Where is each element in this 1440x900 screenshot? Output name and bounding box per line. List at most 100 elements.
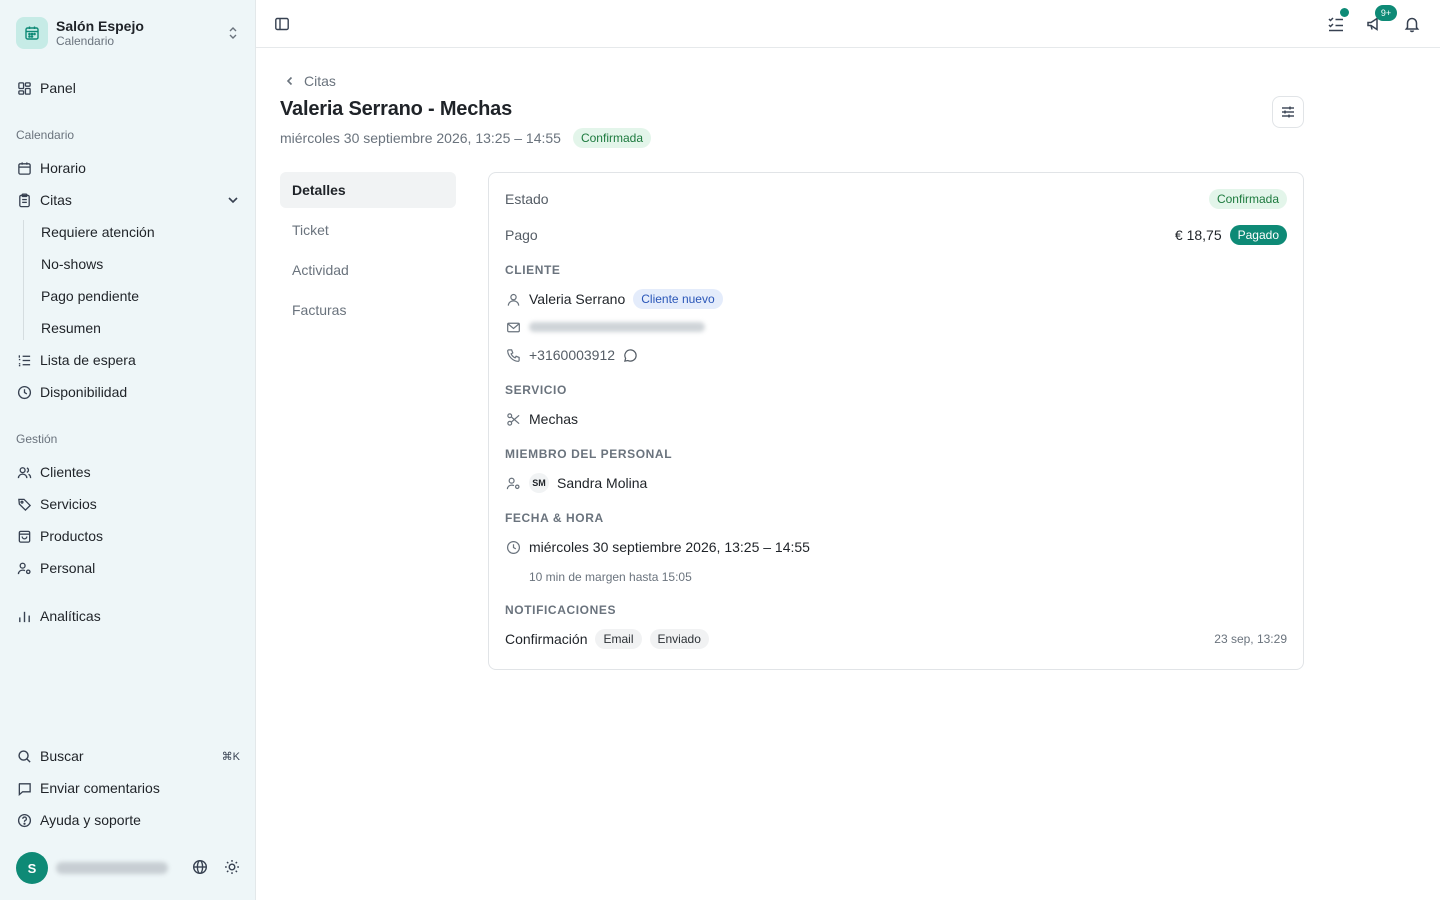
- section-cliente: CLIENTE: [505, 263, 561, 277]
- nav-horario[interactable]: Horario: [16, 156, 240, 180]
- chevron-up-down-icon: [226, 26, 240, 40]
- estado-badge: Confirmada: [1208, 189, 1287, 209]
- nav-servicios[interactable]: Servicios: [16, 492, 240, 516]
- appointment-datetime: miércoles 30 septiembre 2026, 13:25 – 14…: [280, 130, 561, 146]
- nav-clientes-label: Clientes: [40, 464, 91, 480]
- nav-personal-label: Personal: [40, 560, 96, 576]
- tab-actividad[interactable]: Actividad: [280, 252, 456, 288]
- cliente-email-row: [505, 317, 1287, 337]
- nav-citas-label: Citas: [40, 192, 72, 208]
- tasks-indicator-dot: [1340, 8, 1349, 17]
- section-calendario: Calendario: [16, 128, 75, 142]
- personal-row: SM Sandra Molina: [505, 473, 1287, 493]
- sidebar-toggle-icon[interactable]: [274, 16, 290, 32]
- nav-disponibilidad-label: Disponibilidad: [40, 384, 128, 400]
- user-menu[interactable]: S: [16, 852, 240, 884]
- section-notificaciones: NOTIFICACIONES: [505, 603, 617, 617]
- nav-citas[interactable]: Citas: [16, 188, 240, 212]
- shopping-bag-icon: [16, 528, 32, 544]
- nav-personal[interactable]: Personal: [16, 556, 240, 580]
- nav-disponibilidad[interactable]: Disponibilidad: [16, 380, 240, 404]
- search-shortcut: ⌘K: [221, 750, 240, 763]
- notification-row: Confirmación Email Enviado 23 sep, 13:29: [505, 628, 1287, 650]
- clock-icon: [505, 539, 521, 555]
- notification-status-badge: Enviado: [649, 629, 709, 649]
- nav-clientes[interactable]: Clientes: [16, 460, 240, 484]
- user-icon: [505, 291, 521, 307]
- nav-panel[interactable]: Panel: [16, 76, 240, 100]
- sliders-icon: [1280, 104, 1296, 120]
- nav-analiticas[interactable]: Analíticas: [16, 604, 240, 628]
- user-cog-icon: [505, 475, 521, 491]
- section-personal: MIEMBRO DEL PERSONAL: [505, 447, 673, 461]
- bell-icon[interactable]: [1402, 14, 1422, 34]
- nav-ayuda[interactable]: Ayuda y soporte: [16, 808, 240, 832]
- workspace-switcher[interactable]: Salón Espejo Calendario: [16, 16, 240, 50]
- clock-icon: [16, 384, 32, 400]
- nav-horario-label: Horario: [40, 160, 86, 176]
- sun-icon[interactable]: [224, 859, 240, 878]
- workspace-subtitle: Calendario: [56, 33, 115, 48]
- servicio-name: Mechas: [529, 411, 579, 427]
- nav-productos-label: Productos: [40, 528, 104, 544]
- cliente-phone[interactable]: +3160003912: [529, 347, 615, 363]
- cliente-name[interactable]: Valeria Serrano: [529, 291, 625, 307]
- nav-requiere-atencion[interactable]: Requiere atención: [41, 220, 155, 244]
- avatar[interactable]: S: [16, 852, 48, 884]
- nav-pago-pendiente[interactable]: Pago pendiente: [41, 284, 139, 308]
- nav-panel-label: Panel: [40, 80, 76, 96]
- staff-avatar: SM: [529, 473, 549, 493]
- nav-no-shows[interactable]: No-shows: [41, 252, 103, 276]
- pago-status-badge: Pagado: [1229, 225, 1287, 245]
- personal-name[interactable]: Sandra Molina: [557, 475, 647, 491]
- section-fecha-hora: FECHA & HORA: [505, 511, 604, 525]
- options-button[interactable]: [1272, 96, 1304, 128]
- section-gestion: Gestión: [16, 432, 58, 446]
- nav-buscar-label: Buscar: [40, 748, 84, 764]
- nav-lista-espera-label: Lista de espera: [40, 352, 136, 368]
- page-title: Valeria Serrano - Mechas: [280, 98, 512, 120]
- fecha-value: miércoles 30 septiembre 2026, 13:25 – 14…: [529, 539, 810, 555]
- tab-ticket[interactable]: Ticket: [280, 212, 456, 248]
- workspace-name: Salón Espejo: [56, 17, 144, 34]
- scissors-icon: [505, 411, 521, 427]
- tab-facturas[interactable]: Facturas: [280, 292, 456, 328]
- pago-row: Pago € 18,75 Pagado: [505, 225, 1287, 245]
- list-ordered-icon: [16, 352, 32, 368]
- users-icon: [16, 464, 32, 480]
- nav-analiticas-label: Analíticas: [40, 608, 101, 624]
- cliente-phone-row: +3160003912: [505, 345, 1287, 365]
- clipboard-icon: [16, 192, 32, 208]
- breadcrumb[interactable]: Citas: [284, 73, 336, 89]
- notification-time: 23 sep, 13:29: [1214, 632, 1287, 646]
- nav-productos[interactable]: Productos: [16, 524, 240, 548]
- globe-icon[interactable]: [192, 859, 208, 878]
- notification-type: Confirmación: [505, 631, 588, 647]
- servicio-row: Mechas: [505, 409, 1287, 429]
- tab-detalles[interactable]: Detalles: [280, 172, 456, 208]
- help-circle-icon: [16, 812, 32, 828]
- nav-enviar-comentarios[interactable]: Enviar comentarios: [16, 776, 240, 800]
- appointment-subtitle: miércoles 30 septiembre 2026, 13:25 – 14…: [280, 128, 651, 148]
- cliente-email-redacted[interactable]: [529, 322, 705, 332]
- submenu-guide-line: [23, 220, 24, 340]
- nav-servicios-label: Servicios: [40, 496, 97, 512]
- nav-lista-espera[interactable]: Lista de espera: [16, 348, 240, 372]
- mail-icon: [505, 319, 521, 335]
- breadcrumb-citas[interactable]: Citas: [304, 73, 336, 89]
- chevron-down-icon[interactable]: [226, 193, 240, 207]
- message-circle-icon[interactable]: [623, 348, 638, 363]
- notification-channel-badge: Email: [595, 629, 642, 649]
- megaphone-icon[interactable]: 9+: [1364, 5, 1397, 34]
- fecha-row: miércoles 30 septiembre 2026, 13:25 – 14…: [505, 537, 1287, 557]
- nav-buscar[interactable]: Buscar ⌘K: [16, 744, 240, 768]
- status-badge: Confirmada: [572, 128, 651, 148]
- user-email-redacted: [56, 862, 168, 874]
- pago-amount: € 18,75: [1174, 227, 1222, 243]
- appointment-details-card: Estado Confirmada Pago € 18,75 Pagado CL…: [488, 172, 1304, 670]
- tasks-icon[interactable]: [1326, 8, 1349, 34]
- chevron-left-icon: [284, 75, 296, 87]
- nav-resumen[interactable]: Resumen: [41, 316, 101, 340]
- message-square-icon: [16, 780, 32, 796]
- estado-label: Estado: [505, 191, 549, 207]
